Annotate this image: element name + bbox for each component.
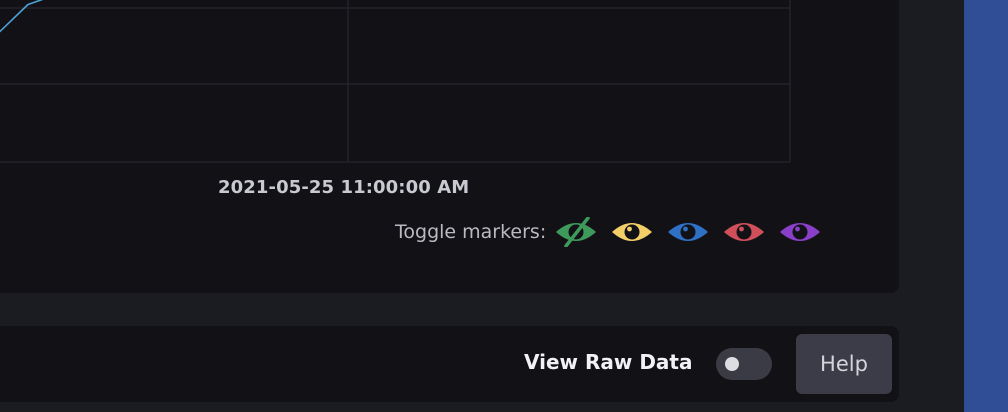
line-chart [0,0,791,163]
marker-toggle-yellow[interactable] [608,215,656,249]
marker-toggle-purple[interactable] [776,215,824,249]
right-accent-strip [964,0,1008,412]
toggle-markers-row: Toggle markers: [395,215,832,249]
eye-icon [780,223,821,241]
help-button[interactable]: Help [796,334,892,394]
eye-icon [612,223,653,241]
series-line [0,0,44,33]
eye-icon [724,223,765,241]
x-tick-label: 2021-05-25 11:00:00 AM [218,177,470,198]
marker-toggle-blue[interactable] [664,215,712,249]
toggle-markers-label: Toggle markers: [395,221,547,243]
marker-toggle-green[interactable] [552,215,600,249]
view-raw-data-toggle[interactable] [716,348,772,380]
marker-toggle-red[interactable] [720,215,768,249]
view-raw-data-label: View Raw Data [524,350,693,374]
eye-icon [668,223,709,241]
toggle-knob [725,357,739,371]
eye-slash-icon [556,217,597,247]
